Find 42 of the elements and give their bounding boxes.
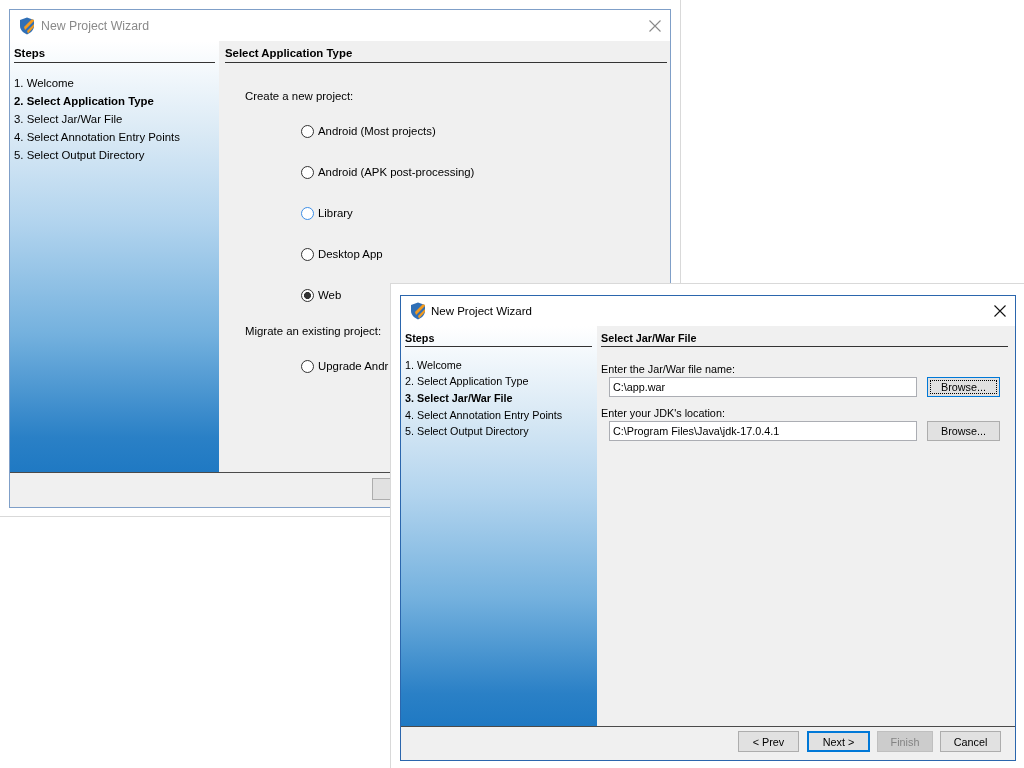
radio-option[interactable]: Desktop App [301, 246, 383, 262]
shield-icon [410, 302, 426, 320]
sidebar-heading: Steps [14, 46, 215, 63]
browse-button[interactable]: Browse... [927, 377, 1000, 397]
step-item: 1. Welcome [14, 76, 74, 91]
sidebar-heading: Steps [405, 331, 592, 347]
page-heading: Select Application Type [225, 46, 667, 63]
footer-button[interactable]: Cancel [940, 731, 1001, 752]
step-item: 3. Select Jar/War File [405, 390, 513, 406]
field-label: Enter the Jar/War file name: [601, 362, 735, 376]
footer-button[interactable]: Next > [807, 731, 870, 752]
footer-button[interactable]: < Prev [738, 731, 799, 752]
radio-option[interactable]: Android (Most projects) [301, 123, 436, 139]
step-item: 2. Select Application Type [405, 374, 529, 390]
radio-option[interactable]: Android (APK post-processing) [301, 164, 475, 180]
shield-icon [19, 16, 35, 35]
close-icon[interactable] [994, 305, 1006, 317]
page-heading: Select Jar/War File [601, 331, 1008, 347]
section-label: Migrate an existing project: [245, 324, 382, 339]
path-field[interactable]: C:\app.war [609, 377, 917, 397]
radio-button[interactable] [301, 165, 314, 179]
step-item: 5. Select Output Directory [14, 148, 145, 163]
radio-option[interactable]: Library [301, 205, 353, 221]
browse-button[interactable]: Browse... [927, 421, 1000, 441]
radio-button[interactable] [301, 206, 314, 220]
step-item: 4. Select Annotation Entry Points [405, 407, 563, 423]
step-item: 3. Select Jar/War File [14, 112, 123, 127]
step-item: 1. Welcome [405, 357, 462, 373]
radio-button[interactable] [301, 247, 314, 261]
field-label: Enter your JDK's location: [601, 406, 725, 420]
radio-option[interactable]: Upgrade Andr [301, 358, 389, 374]
window-title: New Project Wizard [431, 305, 533, 317]
radio-button[interactable] [301, 124, 314, 138]
step-item: 2. Select Application Type [14, 94, 154, 109]
section-label: Create a new project: [245, 89, 354, 104]
path-field[interactable]: C:\Program Files\Java\jdk-17.0.4.1 [609, 421, 917, 441]
step-item: 5. Select Output Directory [405, 424, 529, 440]
radio-button[interactable] [301, 359, 314, 373]
radio-option[interactable]: Web [301, 287, 342, 303]
window-title: New Project Wizard [41, 18, 150, 33]
step-item: 4. Select Annotation Entry Points [14, 130, 180, 145]
radio-button[interactable] [301, 288, 314, 302]
